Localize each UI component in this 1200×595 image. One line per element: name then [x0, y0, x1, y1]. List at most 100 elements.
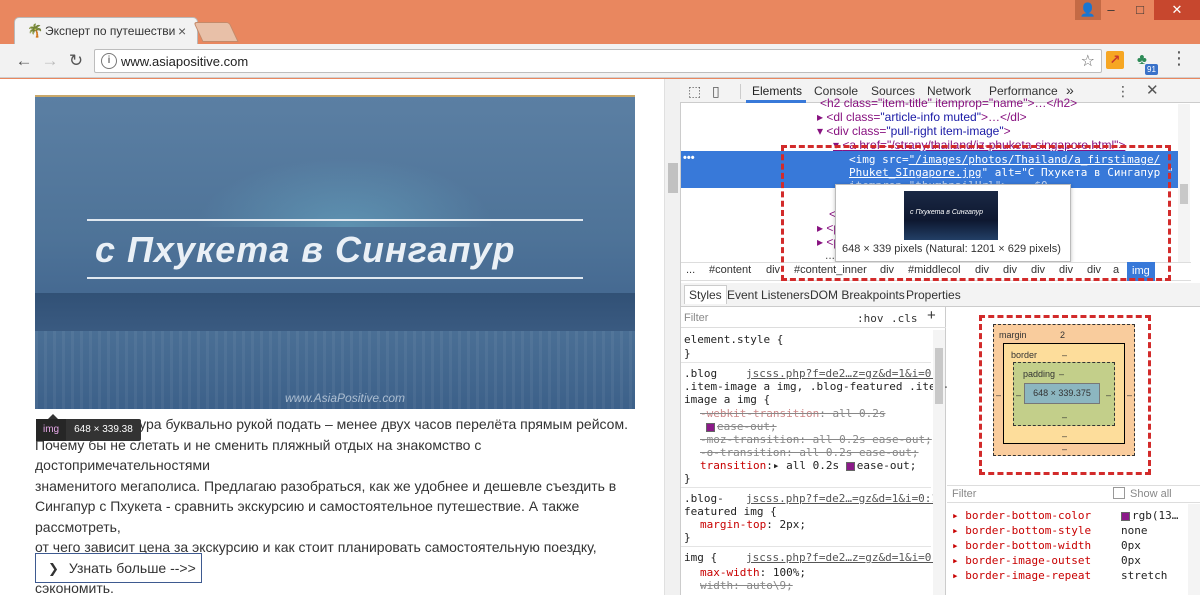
- css-property-overridden[interactable]: -o-transition: all 0.2s ease-out;: [700, 446, 919, 459]
- css-property-continued[interactable]: ease-out;: [706, 420, 777, 433]
- css-selector[interactable]: .blog: [684, 367, 717, 380]
- css-property-overridden[interactable]: width: auto\9;: [700, 579, 793, 592]
- padding-bottom-value[interactable]: –: [1062, 412, 1067, 422]
- border-bottom-value[interactable]: –: [1062, 431, 1067, 441]
- computed-prop-name[interactable]: ▸ border-image-outset: [952, 554, 1091, 567]
- easing-swatch-icon[interactable]: [706, 422, 715, 432]
- elements-scrollbar[interactable]: [1178, 104, 1190, 262]
- breadcrumb-item[interactable]: div: [766, 264, 780, 276]
- easing-swatch-icon[interactable]: [845, 461, 855, 471]
- css-selector[interactable]: featured img {: [684, 505, 777, 518]
- hero-image[interactable]: с Пхукета в Сингапур www.AsiaPositive.co…: [35, 95, 635, 409]
- computed-prop-name[interactable]: ▸ border-bottom-width: [952, 539, 1091, 552]
- reload-icon[interactable]: ↻: [64, 49, 88, 73]
- padding-top-value[interactable]: –: [1059, 369, 1064, 379]
- tab-close-icon[interactable]: ×: [178, 23, 186, 39]
- computed-scrollbar[interactable]: [1188, 504, 1200, 595]
- css-property[interactable]: margin-top: 2px;: [700, 518, 806, 531]
- new-rule-icon[interactable]: +: [927, 307, 936, 324]
- computed-prop-name[interactable]: ▸ border-image-repeat: [952, 569, 1091, 582]
- margin-left-value[interactable]: –: [996, 390, 1001, 400]
- breadcrumb-item[interactable]: #content: [709, 264, 751, 276]
- padding-left-value[interactable]: –: [1016, 390, 1021, 400]
- img-alt-attr: " alt="С Пхукета в Сингапур ": [981, 166, 1174, 179]
- forward-arrow-icon[interactable]: →: [38, 49, 62, 73]
- breadcrumb-item[interactable]: ...: [686, 264, 695, 276]
- css-source-link[interactable]: jscss.php?f=de2…z=gz&d=1&i=0:5: [746, 367, 945, 380]
- back-arrow-icon[interactable]: ←: [12, 49, 36, 73]
- dom-node-more[interactable]: ...: [825, 248, 835, 262]
- breadcrumb-item[interactable]: div: [1031, 264, 1045, 276]
- breadcrumb-item[interactable]: div: [975, 264, 989, 276]
- tab-title: Эксперт по путешестви: [45, 24, 176, 38]
- maximize-icon[interactable]: □: [1126, 0, 1154, 20]
- margin-right-value[interactable]: –: [1127, 390, 1132, 400]
- css-selector[interactable]: .blog-: [684, 492, 724, 505]
- address-bar[interactable]: i www.asiapositive.com ☆: [94, 49, 1102, 73]
- subtab-dom-breakpoints[interactable]: DOM Breakpoints: [810, 288, 905, 302]
- page-scrollbar-thumb[interactable]: [668, 163, 678, 193]
- css-property[interactable]: transition:▸ all 0.2s ease-out;: [700, 459, 916, 472]
- breadcrumb-item[interactable]: div: [1087, 264, 1101, 276]
- device-toolbar-icon[interactable]: ▯: [712, 83, 720, 100]
- dom-tag-end: >: [1003, 124, 1011, 138]
- dom-node-div[interactable]: ▾ <div class="pull-right item-image">: [817, 124, 1011, 138]
- css-property[interactable]: max-width: 100%;: [700, 566, 806, 579]
- breadcrumb-item[interactable]: div: [880, 264, 894, 276]
- breadcrumb-item[interactable]: #middlecol: [908, 264, 961, 276]
- subtab-event-listeners[interactable]: Event Listeners: [727, 288, 810, 302]
- minimize-icon[interactable]: –: [1097, 0, 1125, 20]
- extension-puzzle-icon[interactable]: ♣ 91: [1137, 51, 1158, 75]
- box-model-content[interactable]: 648 × 339.375: [1024, 383, 1100, 404]
- extension-chart-icon[interactable]: ↗: [1106, 51, 1124, 69]
- devtools-close-icon[interactable]: ✕: [1146, 81, 1159, 99]
- css-selector[interactable]: element.style {: [684, 333, 783, 346]
- computed-prop-name[interactable]: ▸ border-bottom-style: [952, 524, 1091, 537]
- margin-bottom-value[interactable]: –: [1062, 444, 1067, 454]
- dom-node-h2[interactable]: <h2 class="item-title" itemprop="name">……: [820, 96, 1077, 110]
- css-selector[interactable]: .item-image a img, .blog-featured .item-: [684, 380, 949, 393]
- margin-top-value[interactable]: 2: [1060, 330, 1065, 340]
- hov-toggle[interactable]: :hov: [857, 312, 884, 325]
- css-selector[interactable]: img {: [684, 551, 717, 564]
- show-all-label: Show all: [1130, 488, 1172, 500]
- breadcrumb-item[interactable]: div: [1059, 264, 1073, 276]
- css-source-link[interactable]: jscss.php?f=de2…z=gz&d=1&i=0:5: [746, 551, 945, 564]
- info-icon[interactable]: i: [101, 53, 117, 69]
- breadcrumb-item[interactable]: #content_inner: [794, 264, 867, 276]
- css-property-overridden[interactable]: -webkit-transition: all 0.2s: [700, 407, 885, 420]
- node-options-icon[interactable]: •••: [683, 152, 695, 164]
- border-top-value[interactable]: –: [1062, 350, 1067, 360]
- page-scrollbar[interactable]: [664, 79, 680, 595]
- breadcrumb-item[interactable]: div: [1003, 264, 1017, 276]
- breadcrumb-item[interactable]: a: [1113, 264, 1119, 276]
- css-selector[interactable]: image a img {: [684, 393, 770, 406]
- show-all-checkbox[interactable]: [1113, 487, 1125, 499]
- tab-elements[interactable]: Elements: [752, 84, 802, 98]
- computed-prop-name[interactable]: ▸ border-bottom-color: [952, 509, 1091, 522]
- styles-scrollbar[interactable]: [933, 330, 945, 595]
- css-source-link[interactable]: jscss.php?f=de2…=gz&d=1&i=0:11: [746, 492, 945, 505]
- styles-scrollbar-thumb[interactable]: [935, 348, 943, 404]
- read-more-button[interactable]: ❯ Узнать больше -->>: [35, 553, 202, 583]
- subtab-styles[interactable]: Styles: [684, 285, 727, 304]
- devtools-menu-icon[interactable]: ⋮: [1116, 83, 1130, 100]
- computed-prop-value: 0px: [1121, 554, 1141, 567]
- breadcrumb-item-selected[interactable]: img: [1127, 262, 1155, 281]
- bookmark-star-icon[interactable]: ☆: [1081, 51, 1095, 71]
- img-src-part1[interactable]: "/images/photos/Thailand/a_firstimage/: [909, 153, 1161, 166]
- css-property-overridden[interactable]: -moz-transition: all 0.2s ease-out;: [700, 433, 932, 446]
- subtab-properties[interactable]: Properties: [906, 288, 961, 302]
- dom-node-a[interactable]: ▾ <a href="/strany/thailand/iz-phuketa-s…: [833, 138, 1125, 152]
- cls-toggle[interactable]: .cls: [891, 312, 918, 325]
- computed-filter-placeholder: Filter: [952, 488, 977, 500]
- elements-scrollbar-thumb[interactable]: [1180, 184, 1188, 204]
- color-swatch-icon[interactable]: [1121, 511, 1130, 521]
- img-src-part2[interactable]: Phuket_SIngapore.jpg: [849, 166, 981, 179]
- browser-menu-icon[interactable]: ⋮: [1170, 48, 1188, 69]
- dom-node-dl[interactable]: ▸ <dl class="article-info muted">…</dl>: [817, 110, 1027, 124]
- browser-tab-active[interactable]: 🌴 Эксперт по путешестви: [14, 17, 198, 44]
- inspect-element-icon[interactable]: ⬚: [688, 83, 701, 100]
- close-window-icon[interactable]: ✕: [1154, 0, 1200, 20]
- padding-right-value[interactable]: –: [1106, 390, 1111, 400]
